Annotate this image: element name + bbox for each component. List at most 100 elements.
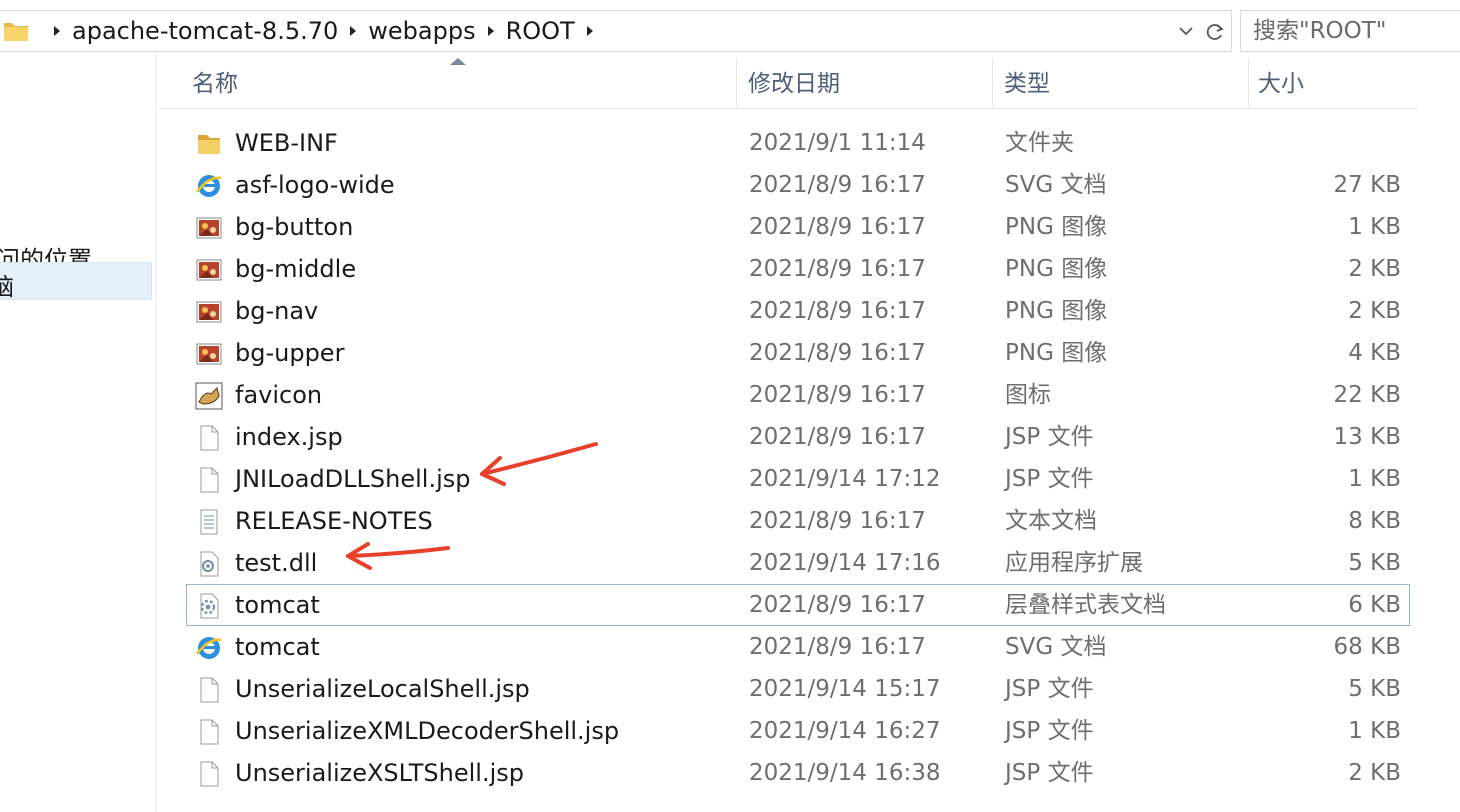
file-name: index.jsp: [235, 423, 343, 451]
column-divider[interactable]: [1248, 58, 1249, 108]
file-size: 4 KB: [1348, 340, 1401, 366]
file-row[interactable]: bg-button 2021/8/9 16:17 PNG 图像 1 KB: [186, 206, 1410, 248]
chevron-right-icon[interactable]: [484, 11, 498, 51]
file-size: 27 KB: [1333, 172, 1401, 198]
file-type: 应用程序扩展: [1005, 550, 1143, 576]
navigation-pane: 问的位置 脑: [0, 52, 155, 812]
file-type: 图标: [1005, 382, 1051, 408]
file-row[interactable]: bg-upper 2021/8/9 16:17 PNG 图像 4 KB: [186, 332, 1410, 374]
file-size: 6 KB: [1348, 592, 1401, 618]
file-type: PNG 图像: [1005, 298, 1108, 324]
column-divider[interactable]: [992, 58, 993, 108]
file-row[interactable]: favicon 2021/8/9 16:17 图标 22 KB: [186, 374, 1410, 416]
folder-icon: [195, 130, 223, 158]
file-name: UnserializeLocalShell.jsp: [235, 675, 530, 703]
file-row[interactable]: UnserializeXSLTShell.jsp 2021/9/14 16:38 J…: [186, 752, 1410, 794]
refresh-icon[interactable]: [1204, 21, 1226, 43]
blank-file-icon: [195, 760, 223, 788]
search-box[interactable]: [1240, 10, 1460, 52]
file-type: JSP 文件: [1005, 718, 1094, 744]
file-row[interactable]: index.jsp 2021/8/9 16:17 JSP 文件 13 KB: [186, 416, 1410, 458]
file-type: PNG 图像: [1005, 214, 1108, 240]
file-size: 13 KB: [1333, 424, 1401, 450]
file-name: RELEASE-NOTES: [235, 507, 433, 535]
column-divider[interactable]: [736, 58, 737, 108]
file-type: SVG 文档: [1005, 634, 1107, 660]
file-modified-date: 2021/8/9 16:17: [749, 634, 926, 660]
column-header-type[interactable]: 类型: [996, 58, 1250, 108]
file-modified-date: 2021/8/9 16:17: [749, 214, 926, 240]
file-size: 22 KB: [1333, 382, 1401, 408]
breadcrumb: apache-tomcat-8.5.70 webapps ROOT: [44, 11, 603, 51]
file-size: 5 KB: [1348, 550, 1401, 576]
breadcrumb-item[interactable]: ROOT: [504, 11, 577, 51]
file-modified-date: 2021/8/9 16:17: [749, 592, 926, 618]
file-type: JSP 文件: [1005, 760, 1094, 786]
file-row[interactable]: tomcat 2021/8/9 16:17 层叠样式表文档 6 KB: [186, 584, 1410, 626]
png-image-icon: [195, 298, 223, 326]
file-row[interactable]: WEB-INF 2021/9/1 11:14 文件夹: [186, 122, 1410, 164]
file-row[interactable]: test.dll 2021/9/14 17:16 应用程序扩展 5 KB: [186, 542, 1410, 584]
file-modified-date: 2021/9/14 17:12: [749, 466, 941, 492]
file-row[interactable]: asf-logo-wide 2021/8/9 16:17 SVG 文档 27 KB: [186, 164, 1410, 206]
pane-divider[interactable]: [155, 52, 156, 812]
file-modified-date: 2021/8/9 16:17: [749, 382, 926, 408]
breadcrumb-item[interactable]: webapps: [366, 11, 477, 51]
file-size: 1 KB: [1348, 466, 1401, 492]
file-name: favicon: [235, 381, 323, 409]
nav-item-label: 脑: [0, 273, 14, 301]
column-header-size[interactable]: 大小: [1250, 58, 1418, 108]
file-name: UnserializeXMLDecoderShell.jsp: [235, 717, 620, 745]
file-row[interactable]: bg-nav 2021/8/9 16:17 PNG 图像 2 KB: [186, 290, 1410, 332]
file-type: JSP 文件: [1005, 466, 1094, 492]
file-modified-date: 2021/9/14 16:27: [749, 718, 941, 744]
column-header-name[interactable]: 名称: [184, 58, 736, 108]
file-size: 5 KB: [1348, 676, 1401, 702]
ie-svg-icon: [195, 634, 223, 662]
search-input[interactable]: [1241, 11, 1460, 51]
chevron-down-icon[interactable]: [1176, 21, 1196, 41]
chevron-right-icon[interactable]: [583, 11, 597, 51]
png-image-icon: [195, 214, 223, 242]
file-type: 层叠样式表文档: [1005, 592, 1166, 618]
address-bar[interactable]: apache-tomcat-8.5.70 webapps ROOT: [0, 10, 1232, 52]
file-row[interactable]: tomcat 2021/8/9 16:17 SVG 文档 68 KB: [186, 626, 1410, 668]
file-name: bg-nav: [235, 297, 319, 325]
file-modified-date: 2021/8/9 16:17: [749, 256, 926, 282]
tomcat-favicon-icon: [195, 382, 223, 410]
file-modified-date: 2021/8/9 16:17: [749, 508, 926, 534]
file-size: 1 KB: [1348, 214, 1401, 240]
chevron-right-icon[interactable]: [346, 11, 360, 51]
chevron-right-icon[interactable]: [50, 11, 64, 51]
blank-file-icon: [195, 676, 223, 704]
file-row[interactable]: UnserializeLocalShell.jsp 2021/9/14 15:17…: [186, 668, 1410, 710]
file-size: 2 KB: [1348, 256, 1401, 282]
file-size: 2 KB: [1348, 298, 1401, 324]
file-row[interactable]: UnserializeXMLDecoderShell.jsp 2021/9/14 …: [186, 710, 1410, 752]
file-name: asf-logo-wide: [235, 171, 395, 199]
nav-item-selected[interactable]: 脑: [0, 262, 152, 301]
file-type: PNG 图像: [1005, 340, 1108, 366]
file-name: WEB-INF: [235, 129, 338, 157]
file-modified-date: 2021/9/14 17:16: [749, 550, 941, 576]
file-name: bg-button: [235, 213, 354, 241]
file-type: JSP 文件: [1005, 676, 1094, 702]
text-file-icon: [195, 508, 223, 536]
blank-file-icon: [195, 424, 223, 452]
file-size: 1 KB: [1348, 718, 1401, 744]
file-row[interactable]: JNILoadDLLShell.jsp 2021/9/14 17:12 JSP 文件…: [186, 458, 1410, 500]
column-header-row: 名称 修改日期 类型 大小: [158, 58, 1418, 109]
column-header-date[interactable]: 修改日期: [740, 58, 992, 108]
file-type: SVG 文档: [1005, 172, 1107, 198]
file-name: test.dll: [235, 549, 318, 577]
file-modified-date: 2021/8/9 16:17: [749, 172, 926, 198]
file-row[interactable]: bg-middle 2021/8/9 16:17 PNG 图像 2 KB: [186, 248, 1410, 290]
css-file-icon: [195, 592, 223, 620]
folder-icon: [4, 23, 28, 41]
file-row[interactable]: RELEASE-NOTES 2021/8/9 16:17 文本文档 8 KB: [186, 500, 1410, 542]
file-modified-date: 2021/8/9 16:17: [749, 298, 926, 324]
file-name: tomcat: [235, 633, 320, 661]
file-type: PNG 图像: [1005, 256, 1108, 282]
blank-file-icon: [195, 718, 223, 746]
breadcrumb-item[interactable]: apache-tomcat-8.5.70: [70, 11, 340, 51]
